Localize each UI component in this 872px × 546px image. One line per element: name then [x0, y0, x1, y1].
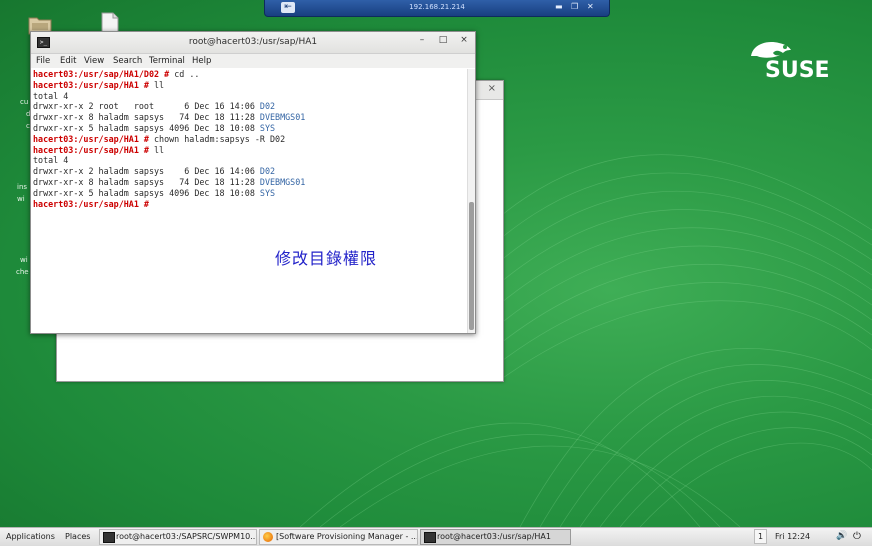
- directory-name: D02: [259, 166, 276, 177]
- menu-bar: File Edit View Search Terminal Help: [31, 54, 475, 68]
- scrollbar-thumb[interactable]: [469, 202, 474, 330]
- shell-prompt: hacert03:/usr/sap/HA1 #: [33, 144, 155, 155]
- terminal-line: total 4: [31, 155, 468, 166]
- close-icon[interactable]: ✕: [587, 2, 594, 11]
- desktop-label: che: [16, 268, 29, 276]
- volume-icon[interactable]: 🔊: [836, 529, 847, 544]
- suse-wordmark: SUSE: [765, 58, 830, 83]
- terminal-text: drwxr-xr-x 5 haladm sapsys 4096 Dec 18 1…: [33, 187, 260, 198]
- desktop-label: wi: [20, 256, 28, 264]
- scrollbar[interactable]: [467, 69, 475, 333]
- terminal-output[interactable]: hacert03:/usr/sap/HA1/D02 # cd .. hacert0…: [31, 69, 468, 333]
- shell-prompt: hacert03:/usr/sap/HA1/D02 #: [33, 69, 175, 79]
- taskbar-item-label: root@hacert03:/SAPSRC/SWPM10...: [116, 532, 257, 541]
- shell-prompt: hacert03:/usr/sap/HA1 #: [33, 79, 155, 90]
- window-title: root@hacert03:/usr/sap/HA1: [188, 37, 318, 47]
- taskbar-item[interactable]: [Software Provisioning Manager - ...: [259, 529, 418, 545]
- close-button[interactable]: ×: [457, 35, 471, 45]
- maximize-button[interactable]: □: [436, 35, 450, 45]
- terminal-text: drwxr-xr-x 5 haladm sapsys 4096 Dec 18 1…: [33, 122, 260, 133]
- taskbar-item[interactable]: root@hacert03:/SAPSRC/SWPM10...: [99, 529, 257, 545]
- taskbar-item-label: [Software Provisioning Manager - ...: [276, 532, 418, 541]
- terminal-text: drwxr-xr-x 2 root root 6 Dec 16 14:06: [33, 101, 260, 112]
- terminal-line: hacert03:/usr/sap/HA1/D02 # cd ..: [31, 69, 468, 80]
- taskbar-item[interactable]: root@hacert03:/usr/sap/HA1: [420, 529, 571, 545]
- menu-search[interactable]: Search: [113, 56, 142, 66]
- restore-icon[interactable]: ❐: [571, 2, 578, 11]
- terminal-text: drwxr-xr-x 8 haladm sapsys 74 Dec 18 11:…: [33, 112, 260, 123]
- shell-prompt: hacert03:/usr/sap/HA1 #: [33, 198, 155, 209]
- applications-menu[interactable]: Applications: [6, 529, 55, 544]
- suse-logo: SUSE: [747, 38, 837, 83]
- clock[interactable]: Fri 12:24: [775, 529, 810, 544]
- minimize-icon[interactable]: ▬: [555, 2, 563, 11]
- desktop-label: ins: [17, 183, 28, 191]
- terminal-line: hacert03:/usr/sap/HA1 # chown haladm:sap…: [31, 134, 468, 145]
- terminal-text: ll: [154, 144, 165, 155]
- taskbar-item-label: root@hacert03:/usr/sap/HA1: [437, 532, 551, 541]
- terminal-text: drwxr-xr-x 2 haladm sapsys 6 Dec 16 14:0…: [33, 166, 260, 177]
- menu-terminal[interactable]: Terminal: [149, 56, 185, 66]
- terminal-text: total 4: [33, 90, 69, 101]
- terminal-line: drwxr-xr-x 8 haladm sapsys 74 Dec 18 11:…: [31, 177, 468, 188]
- minimize-button[interactable]: –: [415, 35, 429, 45]
- terminal-line: total 4: [31, 91, 468, 102]
- taskbar: Applications Places root@hacert03:/SAPSR…: [0, 527, 872, 546]
- terminal-line: hacert03:/usr/sap/HA1 #: [31, 199, 468, 210]
- terminal-line: drwxr-xr-x 2 haladm sapsys 6 Dec 16 14:0…: [31, 166, 468, 177]
- window-titlebar[interactable]: >_ root@hacert03:/usr/sap/HA1 – □ ×: [31, 32, 475, 54]
- terminal-line: drwxr-xr-x 5 haladm sapsys 4096 Dec 18 1…: [31, 188, 468, 199]
- directory-name: SYS: [259, 187, 276, 198]
- terminal-line: drwxr-xr-x 2 root root 6 Dec 16 14:06 D0…: [31, 101, 468, 112]
- menu-help[interactable]: Help: [192, 56, 211, 66]
- menu-view[interactable]: View: [84, 56, 104, 66]
- terminal-text: ll: [154, 79, 165, 90]
- close-icon[interactable]: ×: [488, 83, 496, 94]
- terminal-text: cd ..: [174, 69, 200, 79]
- directory-name: SYS: [259, 122, 276, 133]
- terminal-line: hacert03:/usr/sap/HA1 # ll: [31, 145, 468, 156]
- terminal-window[interactable]: >_ root@hacert03:/usr/sap/HA1 – □ × File…: [30, 31, 476, 334]
- remote-session-bar[interactable]: ⇤ 192.168.21.214 ▬ ❐ ✕: [264, 0, 610, 17]
- terminal-icon: [103, 532, 115, 543]
- menu-file[interactable]: File: [36, 56, 50, 66]
- directory-name: DVEBMGS01: [259, 176, 306, 187]
- menu-edit[interactable]: Edit: [60, 56, 76, 66]
- terminal-text: drwxr-xr-x 8 haladm sapsys 74 Dec 18 11:…: [33, 176, 260, 187]
- terminal-icon: [424, 532, 436, 543]
- terminal-text: chown haladm:sapsys -R D02: [154, 133, 286, 144]
- terminal-line: hacert03:/usr/sap/HA1 # ll: [31, 80, 468, 91]
- places-menu[interactable]: Places: [65, 529, 90, 544]
- shell-prompt: hacert03:/usr/sap/HA1 #: [33, 133, 155, 144]
- chameleon-icon: [751, 42, 791, 58]
- desktop-label: wi: [17, 195, 25, 203]
- terminal-line: drwxr-xr-x 8 haladm sapsys 74 Dec 18 11:…: [31, 112, 468, 123]
- terminal-text: total 4: [33, 155, 69, 166]
- firefox-icon: [263, 532, 273, 542]
- directory-name: DVEBMGS01: [259, 112, 306, 123]
- desktop-label: cu: [20, 98, 29, 106]
- annotation-text: 修改目錄權限: [275, 249, 378, 268]
- power-icon[interactable]: ⏻: [853, 529, 861, 544]
- terminal-line: drwxr-xr-x 5 haladm sapsys 4096 Dec 18 1…: [31, 123, 468, 134]
- workspace-switcher[interactable]: 1: [754, 529, 767, 544]
- directory-name: D02: [259, 101, 276, 112]
